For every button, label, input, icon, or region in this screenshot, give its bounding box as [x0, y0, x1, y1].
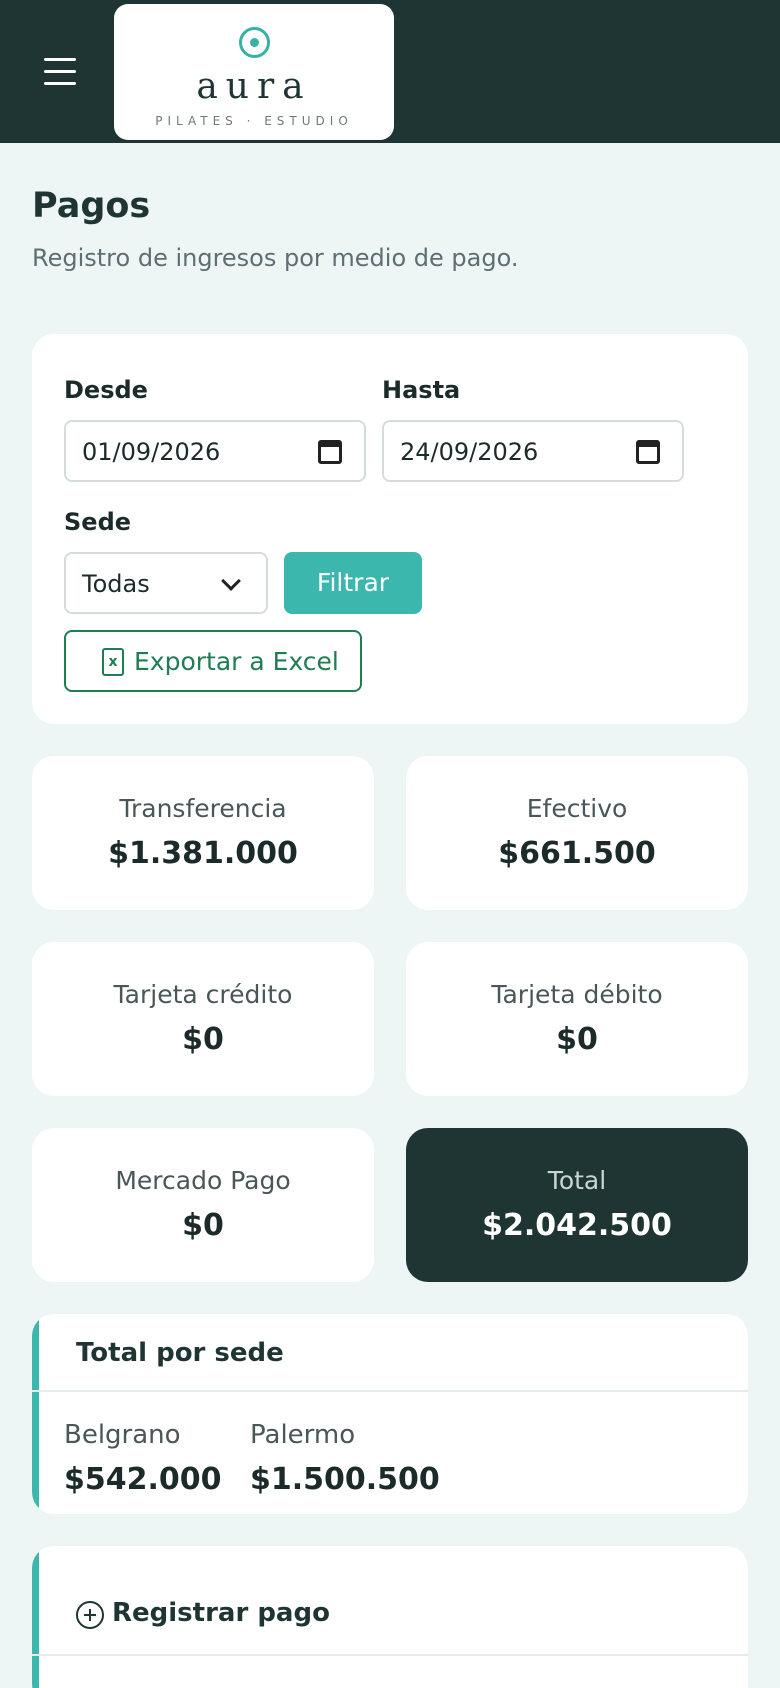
total-amount: $661.500 [498, 836, 656, 871]
total-label: Tarjeta crédito [113, 980, 293, 1009]
branch-totals-section: Total por sede Belgrano $542.000 Palermo… [32, 1314, 748, 1514]
total-card-transferencia: Transferencia $1.381.000 [32, 756, 374, 910]
ring-dot-logo-icon [239, 27, 270, 58]
total-card-efectivo: Efectivo $661.500 [406, 756, 748, 910]
export-excel-label: Exportar a Excel [134, 647, 339, 676]
total-amount: $1.381.000 [108, 836, 298, 871]
total-card-mercado-pago: Mercado Pago $0 [32, 1128, 374, 1282]
logo-name: aura [196, 66, 312, 107]
total-card-tarjeta-debito: Tarjeta débito $0 [406, 942, 748, 1096]
filter-button[interactable]: Filtrar [284, 552, 422, 614]
branch-select[interactable]: Todas [64, 552, 268, 614]
total-amount: $0 [182, 1022, 224, 1057]
total-label: Tarjeta débito [491, 980, 663, 1009]
logo-tagline: PILATES · ESTUDIO [155, 114, 353, 128]
calendar-icon[interactable] [318, 440, 342, 464]
total-card-tarjeta-credito: Tarjeta crédito $0 [32, 942, 374, 1096]
page-title: Pagos [32, 186, 151, 226]
brand-logo[interactable]: aura PILATES · ESTUDIO [114, 4, 394, 140]
from-date-value: 01/09/2026 [82, 438, 221, 466]
excel-file-icon: x [102, 648, 124, 676]
plus-circle-icon[interactable] [76, 1601, 104, 1629]
calendar-icon[interactable] [636, 440, 660, 464]
branch-totals-title: Total por sede [76, 1338, 284, 1368]
from-date-input[interactable]: 01/09/2026 [64, 420, 366, 482]
branch-name-palermo: Palermo [250, 1420, 356, 1450]
branch-amount-palermo: $1.500.500 [250, 1462, 440, 1497]
register-payment-section[interactable]: Registrar pago [32, 1546, 748, 1688]
branch-amount-belgrano: $542.000 [64, 1462, 222, 1497]
to-date-value: 24/09/2026 [400, 438, 539, 466]
branch-select-value: Todas [82, 570, 150, 598]
total-amount: $0 [182, 1208, 224, 1243]
chevron-down-icon [221, 571, 241, 591]
top-bar: aura PILATES · ESTUDIO [0, 0, 780, 143]
total-label: Mercado Pago [115, 1166, 291, 1195]
register-payment-title[interactable]: Registrar pago [112, 1598, 330, 1628]
from-date-label: Desde [64, 376, 148, 404]
filters-card: Desde 01/09/2026 Hasta 24/09/2026 Sede T… [32, 334, 748, 724]
total-card-grand-total: Total $2.042.500 [406, 1128, 748, 1282]
total-amount: $0 [556, 1022, 598, 1057]
export-excel-button[interactable]: x Exportar a Excel [64, 630, 362, 692]
to-date-label: Hasta [382, 376, 461, 404]
to-date-input[interactable]: 24/09/2026 [382, 420, 684, 482]
branch-label: Sede [64, 508, 132, 536]
divider [32, 1654, 748, 1656]
page-subtitle: Registro de ingresos por medio de pago. [32, 244, 519, 272]
total-label: Total [547, 1166, 607, 1195]
branch-name-belgrano: Belgrano [64, 1420, 181, 1450]
total-label: Efectivo [526, 794, 628, 823]
total-label: Transferencia [119, 794, 287, 823]
total-amount: $2.042.500 [482, 1208, 672, 1243]
divider [32, 1390, 748, 1392]
hamburger-menu-icon[interactable] [44, 58, 76, 86]
